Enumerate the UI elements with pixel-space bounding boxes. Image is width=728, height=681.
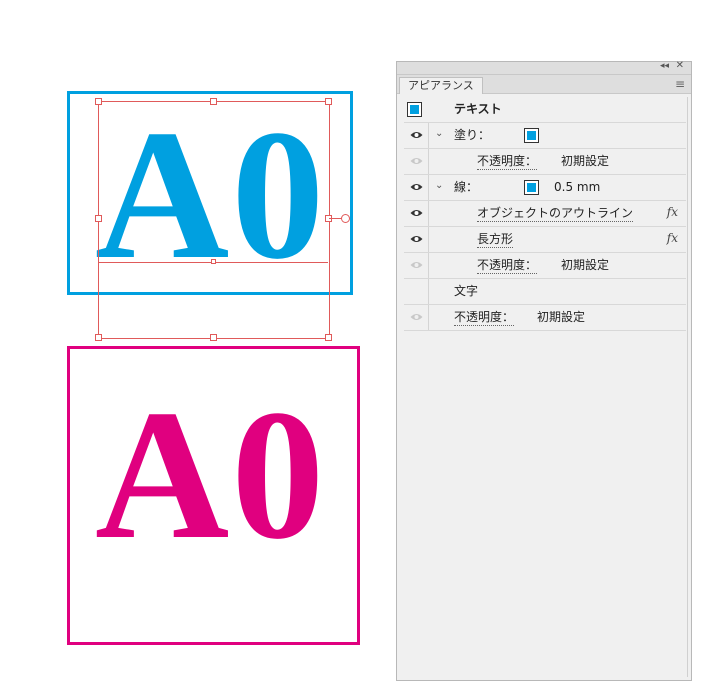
appearance-list: テキスト ⌄ 塗り： 不透明度： 初期設定 ⌄ 線： 0.5 mm オブジェクト… [404,97,686,331]
eye-icon[interactable] [410,260,423,270]
eye-icon[interactable] [410,208,423,218]
char-opacity-row[interactable]: 不透明度： 初期設定 [404,305,686,331]
stroke-row[interactable]: ⌄ 線： 0.5 mm [404,175,686,201]
selection-bounding-box [98,101,330,339]
eye-icon[interactable] [410,182,423,192]
fill-opacity-value: 初期設定 [561,154,610,168]
close-icon[interactable]: ✕ [676,60,684,71]
panel-tab-row: アピアランス ≡ [397,75,691,94]
characters-row[interactable]: 文字 [404,279,686,305]
magenta-text-object[interactable]: A0 [95,382,326,568]
eye-icon[interactable] [410,234,423,244]
resize-handle-bottom[interactable] [210,334,217,341]
panel-menu-icon[interactable]: ≡ [675,78,685,90]
tab-appearance[interactable]: アピアランス [399,77,483,94]
fill-opacity-label[interactable]: 不透明度： [477,154,538,170]
stroke-opacity-row[interactable]: 不透明度： 初期設定 [404,253,686,279]
appearance-header-row[interactable]: テキスト [404,97,686,123]
header-label: テキスト [454,102,502,116]
row-separator [428,253,429,278]
row-separator [428,305,429,330]
char-opacity-label[interactable]: 不透明度： [454,310,515,326]
row-separator [428,123,429,148]
stroke-swatch[interactable] [524,180,539,195]
eye-icon[interactable] [410,156,423,166]
row-separator [428,175,429,200]
rotation-handle[interactable] [341,214,350,223]
row-separator [428,201,429,226]
effect-outline-label[interactable]: オブジェクトのアウトライン [477,206,634,222]
panel-title-bar[interactable]: ◂◂ ✕ [397,60,691,75]
fill-label: 塗り： [454,128,491,142]
baseline-center-handle[interactable] [211,259,216,264]
appearance-panel: ◂◂ ✕ アピアランス ≡ テキスト ⌄ 塗り： 不透明度： 初期設定 ⌄ 線：… [396,60,692,681]
resize-handle-bottom-right[interactable] [325,334,332,341]
resize-handle-top[interactable] [210,98,217,105]
chevron-down-icon[interactable]: ⌄ [435,128,443,139]
stroke-weight-value[interactable]: 0.5 mm [554,180,600,195]
eye-icon[interactable] [410,130,423,140]
row-separator [428,227,429,252]
row-separator [428,149,429,174]
stroke-opacity-label[interactable]: 不透明度： [477,258,538,274]
chevron-down-icon[interactable]: ⌄ [435,180,443,191]
collapse-icon[interactable]: ◂◂ [660,61,669,71]
stroke-label: 線： [454,180,479,194]
fill-swatch[interactable] [524,128,539,143]
resize-handle-top-left[interactable] [95,98,102,105]
fill-row[interactable]: ⌄ 塗り： [404,123,686,149]
characters-label: 文字 [454,284,479,298]
effect-rect-label[interactable]: 長方形 [477,232,514,248]
effect-rect-row[interactable]: 長方形 fx [404,227,686,253]
resize-handle-bottom-left[interactable] [95,334,102,341]
effect-outline-row[interactable]: オブジェクトのアウトライン fx [404,201,686,227]
stroke-opacity-value: 初期設定 [561,258,610,272]
fx-icon[interactable]: fx [667,205,678,219]
resize-handle-left[interactable] [95,215,102,222]
resize-handle-top-right[interactable] [325,98,332,105]
eye-icon[interactable] [410,312,423,322]
fill-opacity-row[interactable]: 不透明度： 初期設定 [404,149,686,175]
text-object-thumbnail-icon [407,102,422,117]
fx-icon[interactable]: fx [667,231,678,245]
char-opacity-value: 初期設定 [537,310,586,324]
panel-scrollbar[interactable] [687,97,688,677]
row-separator [428,279,429,304]
